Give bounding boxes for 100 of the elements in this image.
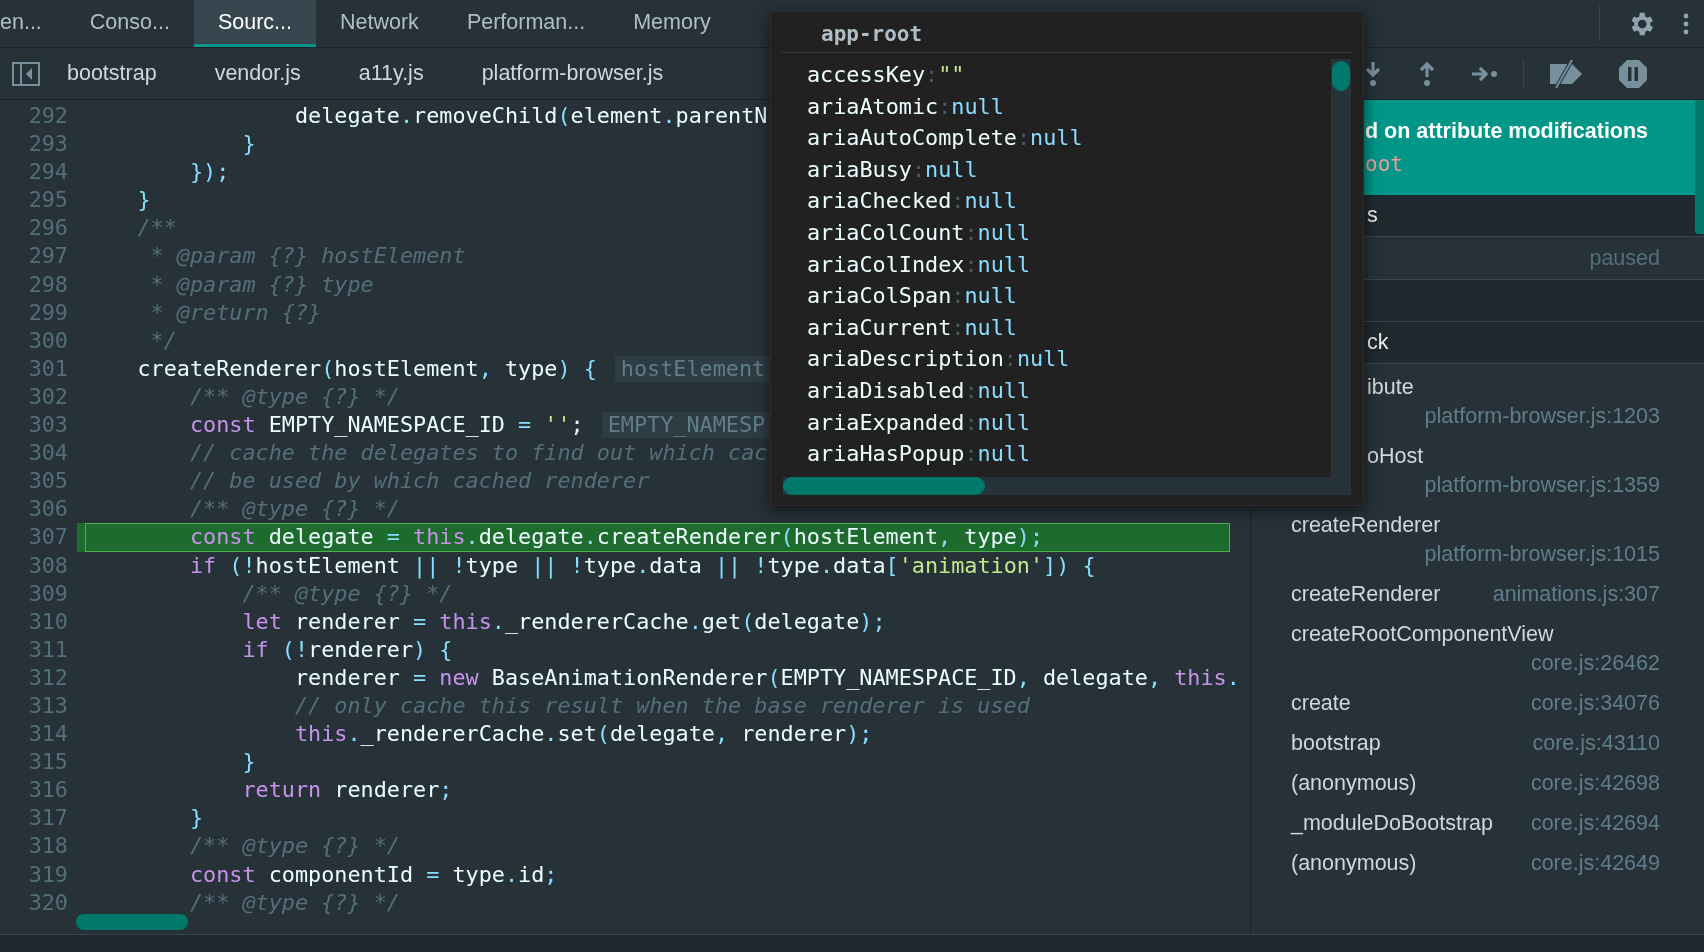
code-line: }: [241, 748, 256, 777]
line-number: 294: [27, 158, 68, 187]
code-line: if (!renderer) {: [241, 635, 453, 664]
code-line: */: [149, 326, 177, 355]
code-line: // cache the delegates to find out which cac: [188, 439, 768, 468]
line-number: 293: [27, 130, 68, 159]
line-number: 309: [27, 579, 68, 608]
code-line: const componentId = type.id;: [188, 860, 558, 889]
scrollbar-thumb[interactable]: [783, 477, 985, 495]
panel-tab[interactable]: Memory: [609, 0, 735, 47]
panel-tab[interactable]: Conso...: [65, 0, 194, 47]
line-number: 296: [27, 214, 68, 243]
code-line: if (!hostElement || !type || !type.data || !type.data['animation']) {: [188, 551, 1096, 580]
frame-function[interactable]: createRenderer: [1291, 511, 1441, 540]
code-line: });: [188, 158, 230, 187]
frame-function[interactable]: oHost: [1367, 442, 1424, 471]
line-number: 302: [27, 382, 68, 411]
scrollbar-thumb[interactable]: [1695, 100, 1704, 234]
panel-tab[interactable]: Network: [316, 0, 443, 47]
code-line: }: [136, 186, 151, 215]
code-line: /** @type {?} */: [188, 495, 400, 524]
line-number: 313: [27, 691, 68, 720]
panel-tab[interactable]: en...: [0, 0, 66, 47]
file-tab[interactable]: vendor.js: [197, 48, 330, 99]
node-name-label: oot: [1365, 152, 1404, 176]
property-row[interactable]: ariaExpanded:null: [807, 406, 1331, 439]
line-number: 310: [27, 607, 68, 636]
code-line: }: [241, 130, 256, 159]
frame-function[interactable]: ibute: [1367, 373, 1414, 402]
step-into-icon[interactable]: [1363, 60, 1383, 87]
file-tab[interactable]: a11y.js: [341, 48, 453, 99]
scrollbar-thumb[interactable]: [76, 914, 188, 930]
code-line: return renderer;: [241, 776, 453, 805]
code-line: this._rendererCache.set(delegate, renderer);: [293, 720, 873, 749]
code-line: // be used by which cached renderer: [188, 467, 650, 496]
step-out-icon[interactable]: [1417, 60, 1437, 87]
property-row[interactable]: ariaColIndex:null: [807, 248, 1331, 281]
code-line: * @param {?} type: [149, 270, 374, 299]
code-line: /** @type {?} */: [188, 888, 400, 917]
popover-title: app-root: [781, 12, 1351, 53]
frame-function[interactable]: bootstrap: [1291, 729, 1381, 758]
line-number: 297: [27, 242, 68, 271]
line-number: 311: [27, 635, 68, 664]
panel-tab[interactable]: Sourc...: [193, 0, 316, 47]
code-line: * @param {?} hostElement: [149, 242, 466, 271]
line-number: 306: [27, 495, 68, 524]
frame-function[interactable]: create: [1291, 689, 1351, 718]
frame-function[interactable]: _moduleDoBootstrap: [1291, 809, 1493, 838]
line-number: 308: [27, 551, 68, 580]
property-row[interactable]: ariaColSpan:null: [807, 280, 1331, 312]
sidebar-toggle-icon[interactable]: [12, 61, 40, 86]
property-row[interactable]: ariaHasPopup:null: [807, 438, 1331, 470]
frame-function[interactable]: createRenderer: [1291, 580, 1441, 609]
property-row[interactable]: ariaBusy:null: [807, 153, 1331, 186]
line-number: 319: [27, 860, 68, 889]
code-line: renderer = new BaseAnimationRenderer(EMPTY_NAMESPACE_ID, delegate, this.: [293, 663, 1240, 692]
code-line: /**: [136, 214, 177, 243]
line-number: 312: [27, 663, 68, 692]
deactivate-breakpoints-icon[interactable]: [1548, 58, 1584, 89]
frame-function[interactable]: (anonymous): [1291, 849, 1417, 878]
code-line: * @return {?}: [149, 298, 322, 327]
line-number: 318: [27, 832, 68, 861]
property-row[interactable]: accessKey:"": [807, 59, 1331, 91]
code-line: createRenderer(hostElement, type) {: [136, 354, 597, 383]
inline-value: EMPTY_NAMESP: [601, 412, 772, 439]
line-number: 315: [27, 748, 68, 777]
line-number: 300: [27, 326, 68, 355]
frame-function[interactable]: (anonymous): [1291, 769, 1417, 798]
line-number: 304: [27, 439, 68, 468]
line-number: 303: [27, 411, 68, 440]
line-number: 305: [27, 467, 68, 496]
code-line: /** @type {?} */: [188, 832, 400, 861]
line-number: 307: [27, 523, 68, 552]
code-line: /** @type {?} */: [188, 382, 400, 411]
code-line: }: [188, 804, 204, 833]
line-number: 299: [27, 298, 68, 327]
code-line: delegate.removeChild(element.parentN: [293, 102, 768, 130]
line-number: 295: [27, 186, 68, 215]
code-line: let renderer = this._rendererCache.get(delegate);: [241, 607, 886, 636]
line-number: 320: [27, 888, 68, 917]
line-number: 316: [27, 776, 68, 805]
line-number: 301: [27, 354, 68, 383]
file-tab[interactable]: bootstrap: [50, 48, 186, 99]
inline-value: hostElement: [614, 355, 772, 382]
code-line: /** @type {?} */: [241, 579, 453, 608]
line-number: 292: [27, 102, 68, 130]
line-number: 314: [27, 720, 68, 749]
code-line: const EMPTY_NAMESPACE_ID = '';: [188, 411, 584, 440]
property-row[interactable]: ariaAutoComplete:null: [807, 122, 1331, 154]
line-number: 298: [27, 270, 68, 299]
file-tab[interactable]: platform-browser.js: [464, 48, 693, 99]
property-row[interactable]: ariaAtomic:null: [807, 90, 1331, 123]
code-line: // only cache this result when the base renderer is used: [293, 691, 1030, 720]
scrollbar-thumb[interactable]: [1332, 61, 1350, 91]
panel-tab[interactable]: Performan...: [442, 0, 610, 47]
status-message: paused: [1589, 245, 1660, 271]
pause-on-exceptions-icon[interactable]: [1618, 58, 1648, 89]
pause-reason: d on attribute modifications: [1365, 119, 1650, 144]
frame-function[interactable]: createRootComponentView: [1291, 620, 1554, 649]
property-row[interactable]: ariaDisabled:null: [807, 374, 1331, 407]
